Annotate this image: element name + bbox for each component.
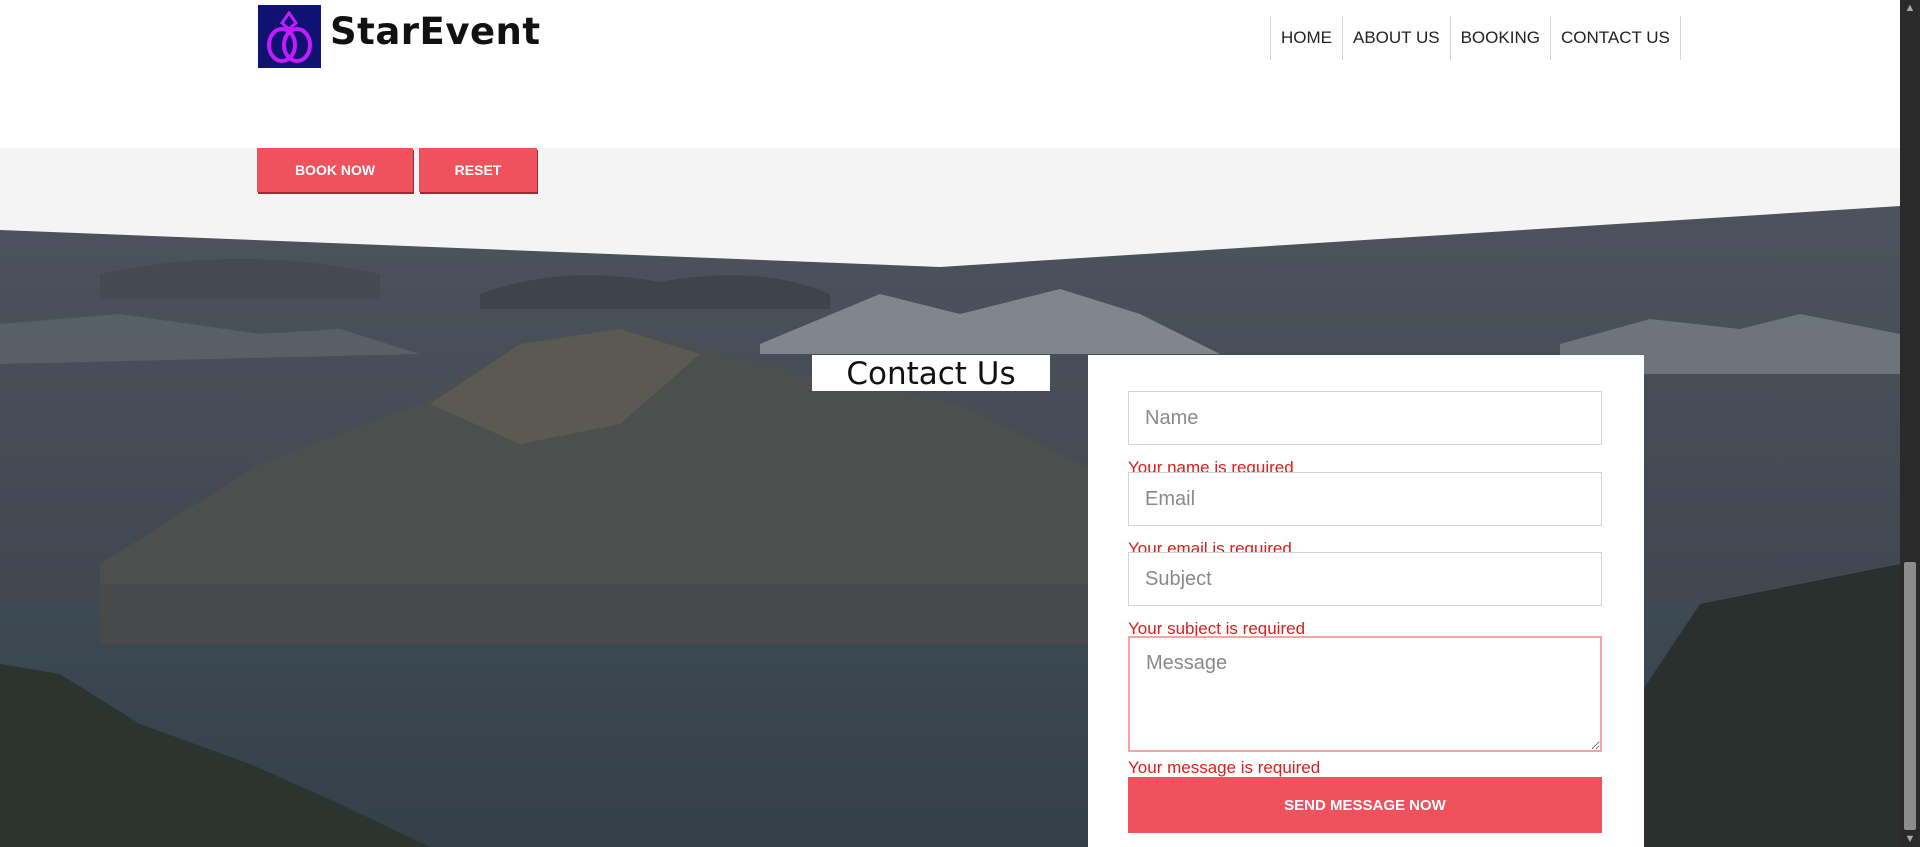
- main-nav: HOME ABOUT US BOOKING CONTACT US: [1270, 16, 1681, 60]
- book-now-button[interactable]: BOOK NOW: [257, 148, 413, 192]
- nav-item-about-us[interactable]: ABOUT US: [1343, 16, 1451, 60]
- contact-title: Contact Us: [812, 355, 1050, 392]
- nav-item-booking[interactable]: BOOKING: [1451, 16, 1551, 60]
- subject-input[interactable]: [1128, 552, 1602, 606]
- contact-form: Your name is required Your email is requ…: [1088, 355, 1644, 847]
- rings-icon[interactable]: [258, 5, 321, 68]
- scroll-down-icon[interactable]: ▼: [1900, 831, 1920, 847]
- message-error: Your message is required: [1128, 758, 1321, 777]
- email-input[interactable]: [1128, 472, 1602, 526]
- send-message-button[interactable]: SEND MESSAGE NOW: [1128, 777, 1602, 833]
- page-scrollbar[interactable]: ▲ ▼: [1900, 0, 1920, 847]
- nav-item-contact-us[interactable]: CONTACT US: [1551, 16, 1681, 60]
- scroll-up-icon[interactable]: ▲: [1900, 0, 1920, 16]
- name-input[interactable]: [1128, 391, 1602, 445]
- brand-name[interactable]: StarEvent: [330, 10, 541, 53]
- nav-item-home[interactable]: HOME: [1271, 16, 1343, 60]
- scroll-thumb[interactable]: [1904, 562, 1916, 830]
- message-textarea[interactable]: [1128, 636, 1602, 752]
- site-header: StarEvent HOME ABOUT US BOOKING CONTACT …: [0, 0, 1900, 148]
- reset-button[interactable]: RESET: [419, 148, 537, 192]
